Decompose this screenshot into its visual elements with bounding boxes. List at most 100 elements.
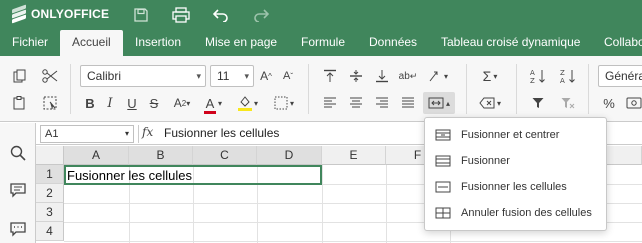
menu-item-label: Fusionner et centrer [461, 129, 560, 141]
clear-filter-icon[interactable] [558, 93, 578, 113]
chat-icon[interactable] [8, 219, 28, 239]
tab-tableau-croise[interactable]: Tableau croisé dynamique [441, 30, 580, 56]
chevron-down-icon: ▾ [196, 71, 201, 81]
tab-collaboration[interactable]: Collabo [604, 30, 642, 56]
save-icon[interactable] [132, 6, 150, 24]
function-wizard-icon[interactable]: fx [142, 125, 153, 139]
menu-item-label: Annuler fusion des cellules [461, 207, 592, 219]
merge-cells-icon [435, 181, 451, 193]
currency-format-icon[interactable] [624, 93, 642, 113]
underline-icon[interactable]: U [122, 93, 142, 113]
separator [466, 64, 467, 114]
align-top-icon[interactable] [320, 66, 340, 86]
column-header[interactable]: D [257, 146, 322, 165]
cut-icon[interactable] [40, 66, 60, 86]
align-right-icon[interactable] [372, 93, 392, 113]
align-left-icon[interactable] [320, 93, 340, 113]
font-name-select[interactable]: Calibri ▾ [80, 65, 206, 87]
column-header[interactable]: C [193, 146, 257, 165]
column-header[interactable]: A [64, 146, 129, 165]
column-header[interactable]: E [322, 146, 386, 165]
merge-center-icon [435, 129, 451, 141]
svg-text:A: A [560, 77, 565, 84]
menu-tabs: Fichier Accueil Insertion Mise en page F… [0, 30, 642, 57]
fill-color-icon[interactable]: ▾ [234, 93, 262, 113]
increase-font-icon[interactable]: A ^ [256, 66, 276, 86]
name-box[interactable]: A1 ▾ [40, 125, 134, 143]
row-header[interactable]: 4 [36, 222, 64, 241]
svg-text:Z: Z [530, 77, 535, 84]
sort-descending-icon[interactable]: ZA [558, 66, 578, 86]
select-all-corner[interactable] [36, 146, 64, 165]
tab-donnees[interactable]: Données [369, 30, 417, 56]
tab-formule[interactable]: Formule [301, 30, 345, 56]
font-size-select[interactable]: 11 ▾ [210, 65, 254, 87]
app-logo: ONLYOFFICE [12, 4, 109, 24]
menu-item-merge[interactable]: Fusionner [425, 148, 606, 174]
text-orientation-icon[interactable]: ▾ [424, 66, 452, 86]
tab-fichier[interactable]: Fichier [12, 30, 48, 56]
percent-format-icon[interactable]: % [599, 93, 619, 113]
row-header[interactable]: 1 [36, 165, 64, 184]
font-size-value: 11 [217, 69, 230, 83]
bold-icon[interactable]: B [80, 93, 100, 113]
grid-line [64, 241, 642, 242]
comments-icon[interactable] [8, 180, 28, 200]
cell-a1[interactable]: Fusionner les cellules [67, 168, 192, 183]
borders-icon[interactable]: ▾ [270, 93, 298, 113]
row-header[interactable]: 2 [36, 184, 64, 203]
redo-icon[interactable] [252, 6, 270, 24]
number-format-value: Général [605, 69, 642, 83]
justify-icon[interactable] [398, 93, 418, 113]
filter-icon[interactable] [528, 93, 548, 113]
merge-dropdown-menu: Fusionner et centrer Fusionner Fusionner… [424, 117, 607, 231]
tab-mise-en-page[interactable]: Mise en page [205, 30, 277, 56]
subscript-icon[interactable]: A 2 ▾ [168, 93, 196, 113]
grid-line [386, 165, 387, 243]
separator [308, 64, 309, 114]
separator [70, 64, 71, 114]
strikethrough-icon[interactable]: S [144, 93, 164, 113]
sort-ascending-icon[interactable]: AZ [528, 66, 548, 86]
search-icon[interactable] [8, 143, 28, 163]
grid-line [322, 165, 323, 243]
print-icon[interactable] [172, 6, 190, 24]
chevron-up-icon: ▴ [445, 98, 450, 108]
tab-accueil[interactable]: Accueil [60, 30, 123, 57]
left-sidebar [0, 123, 36, 243]
formula-input[interactable]: Fusionner les cellules [164, 126, 279, 140]
separator [588, 64, 589, 114]
menu-item-label: Fusionner les cellules [461, 181, 567, 193]
merge-icon [435, 155, 451, 167]
chevron-down-icon: ▾ [244, 71, 249, 81]
copy-icon[interactable] [10, 66, 30, 86]
home-ribbon: Calibri ▾ 11 ▾ A ^ Aˇ B I U S A 2 ▾ A ▾ ▾ ▾ … [0, 56, 642, 122]
column-header[interactable]: B [129, 146, 193, 165]
clear-icon[interactable]: ▾ [476, 93, 504, 113]
unmerge-icon [435, 207, 451, 219]
wrap-text-icon[interactable]: ab ↵ [398, 66, 418, 86]
menu-item-merge-cells[interactable]: Fusionner les cellules [425, 174, 606, 200]
sum-icon[interactable]: Σ ▾ [476, 66, 504, 86]
align-middle-icon[interactable] [346, 66, 366, 86]
tab-insertion[interactable]: Insertion [135, 30, 181, 56]
merge-cells-button[interactable]: ▴ [423, 92, 455, 114]
select-all-icon[interactable] [40, 93, 60, 113]
number-format-select[interactable]: Général [598, 65, 642, 87]
chevron-down-icon: ▾ [124, 129, 129, 138]
align-bottom-icon[interactable] [372, 66, 392, 86]
align-center-icon[interactable] [346, 93, 366, 113]
menu-item-merge-center[interactable]: Fusionner et centrer [425, 122, 606, 148]
menu-item-unmerge[interactable]: Annuler fusion des cellules [425, 200, 606, 226]
separator [138, 125, 139, 143]
font-name-value: Calibri [87, 69, 122, 83]
row-header[interactable]: 3 [36, 203, 64, 222]
font-color-icon[interactable]: A ▾ [200, 93, 226, 114]
menu-item-label: Fusionner [461, 155, 510, 167]
undo-icon[interactable] [212, 6, 230, 24]
name-box-value: A1 [45, 128, 59, 140]
decrease-font-icon[interactable]: Aˇ [278, 66, 298, 86]
separator [516, 64, 517, 114]
paste-icon[interactable] [10, 93, 30, 113]
italic-icon[interactable]: I [100, 93, 120, 113]
